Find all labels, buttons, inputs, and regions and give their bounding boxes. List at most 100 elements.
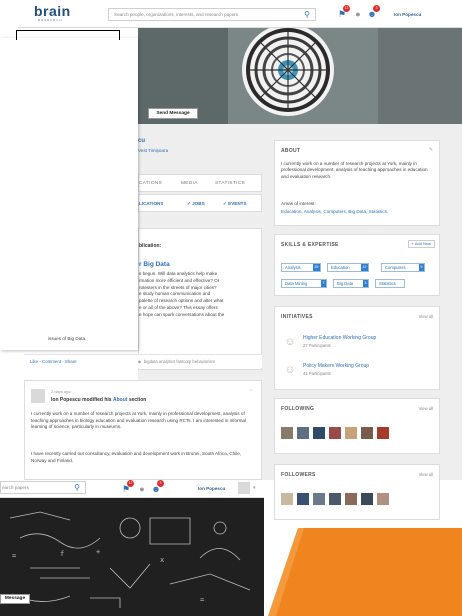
skill-label: Computers [385,265,406,270]
areas-label: Areas of interest: [281,201,316,206]
about-title: ABOUT [281,148,301,154]
header-username[interactable]: Ion Popescu [394,12,421,17]
initiatives-card: INITIATIVES View all ☺ Higher Education … [274,306,440,390]
like-comment-share[interactable]: Like · Comment · Share [30,359,77,364]
following-view-all[interactable]: View all [419,406,433,411]
top-header: brain RESEARCH Search people, organizati… [18,0,462,28]
tab-statistics[interactable]: STATISTICS [215,181,245,186]
follower-avatar[interactable] [329,493,341,505]
skill-tag[interactable]: Data Mining 7 [281,279,327,288]
overlay-panel: issues of Big Data. [0,38,138,350]
skill-tag[interactable]: Analysis 35 [281,263,321,272]
search-icon[interactable]: ⚲ [302,10,312,20]
chalkboard-cover-photo: = + x = f Message [0,498,264,616]
post-tags[interactable]: bigdata analytics fastcorp behaviorism [144,359,215,364]
group-icon: ☺ [284,364,296,376]
following-avatar[interactable] [281,427,293,439]
second-search-box[interactable]: earch papers ⚲ [0,481,86,494]
post-actions-row: Like · Comment · Share ◆ bigdata analyti… [24,354,262,368]
following-title: FOLLOWING [281,406,315,412]
initiative-name[interactable]: Higher Education Working Group [303,335,376,341]
follower-avatar[interactable] [377,493,389,505]
activity-line: Ion Popescu modified his About section [51,397,146,403]
activity-verb: modified his [82,397,112,403]
avatar[interactable] [238,482,250,494]
skill-label: Education [331,265,350,270]
svg-text:x: x [160,556,164,564]
chevron-down-icon[interactable]: ⌵ [249,387,253,393]
follower-avatar[interactable] [281,493,293,505]
followers-view-all[interactable]: View all [419,472,433,477]
cover-photo: Send Message [138,28,462,124]
follower-avatar[interactable] [297,493,309,505]
excerpt-last-line: issues of Big Data. [48,336,87,341]
header-username[interactable]: Ion Popescu [198,486,225,491]
orange-shape [268,528,462,616]
search-box[interactable]: Search people, organizations, interests,… [108,8,316,21]
skill-label: Analysis [285,265,301,270]
svg-text:=: = [200,596,204,604]
profile-affiliation[interactable]: Vest Timișoara [138,148,168,153]
send-message-button[interactable]: Send Message [148,108,198,119]
avatar[interactable] [31,389,45,403]
send-message-button[interactable]: Message [0,594,30,604]
initiative-name[interactable]: Policy Makers Working Group [303,363,369,369]
initiative-participants: 27 Participants [303,343,331,348]
excerpt-line: e or all of the above? This essay offers [139,304,218,310]
following-avatar[interactable] [313,427,325,439]
follower-avatar[interactable] [361,493,373,505]
skill-label: Data Mining [285,281,308,286]
chalkboard-image: = + x = f [0,498,264,616]
post-title[interactable]: r Big Data [139,261,170,268]
brain-logo[interactable]: brain [34,4,71,18]
second-search-input[interactable]: earch papers [2,485,29,490]
skill-tag[interactable]: Computers 9 [381,263,425,272]
profile-name: cu [138,138,146,144]
activity-about-link[interactable]: About [113,397,127,403]
messages-icon[interactable]: ● [136,483,148,495]
requests-badge: 3 [157,480,164,487]
tag-icon: ◆ [138,359,142,364]
follower-avatar[interactable] [345,493,357,505]
chevron-down-icon[interactable]: ▾ [253,485,256,491]
skills-title: SKILLS & EXPERTISE [281,242,339,248]
following-avatar[interactable] [345,427,357,439]
add-skill-button[interactable]: + Add New [407,240,435,248]
profile-subtabs: LICATIONS ✓ JOBS ✓ EVENTS [138,194,262,212]
about-text: I currently work on a number of research… [281,161,428,179]
initiative-participants: 41 Participants [303,371,331,376]
followers-title: FOLLOWERS [281,472,316,478]
search-icon[interactable]: ⚲ [72,483,82,493]
notifications-badge: 12 [127,480,134,487]
edit-icon[interactable]: ✎ [429,147,433,153]
skill-count: 7 [320,280,326,287]
messages-icon[interactable]: ● [352,8,364,20]
following-avatar[interactable] [297,427,309,439]
second-header: earch papers ⚲ ⚑ 12 ● ☻ 3 Ion Popescu ▾ [0,480,264,498]
excerpt-line: e hope can spark conversations about the [139,311,225,317]
svg-text:=: = [12,552,16,560]
excerpt-line: rmation more efficient and effective? Or [139,277,220,283]
search-input[interactable]: Search people, organizations, interests,… [114,12,238,17]
subtab-jobs[interactable]: ✓ JOBS [187,201,205,207]
activity-paragraph: I currently work on a number of research… [31,411,247,430]
post-heading: blication: [139,243,162,249]
skill-tag[interactable]: Education 12 [327,263,369,272]
tab-media[interactable]: MEDIA [181,181,198,186]
excerpt-line: palette of research options and alter wh… [139,298,224,304]
following-card: FOLLOWING View all [274,398,440,454]
activity-author[interactable]: Ion Popescu [51,397,81,403]
activity-paragraph: I have recently carried out consultancy,… [31,451,242,463]
following-avatar[interactable] [361,427,373,439]
subtab-publications[interactable]: LICATIONS [139,201,163,206]
tab-publications[interactable]: CATIONS [139,181,162,186]
about-card: ABOUT ✎ I currently work on a number of … [274,140,440,226]
initiatives-view-all[interactable]: View all [419,314,433,319]
skill-tag[interactable]: Big Data 3 [333,279,369,288]
skill-tag[interactable]: Statistics [375,279,405,288]
following-avatar[interactable] [377,427,389,439]
following-avatar[interactable] [329,427,341,439]
subtab-events[interactable]: ✓ EVENTS [223,201,247,207]
areas-list[interactable]: Education, Analysis, Computers, Big Data… [281,209,441,216]
follower-avatar[interactable] [313,493,325,505]
